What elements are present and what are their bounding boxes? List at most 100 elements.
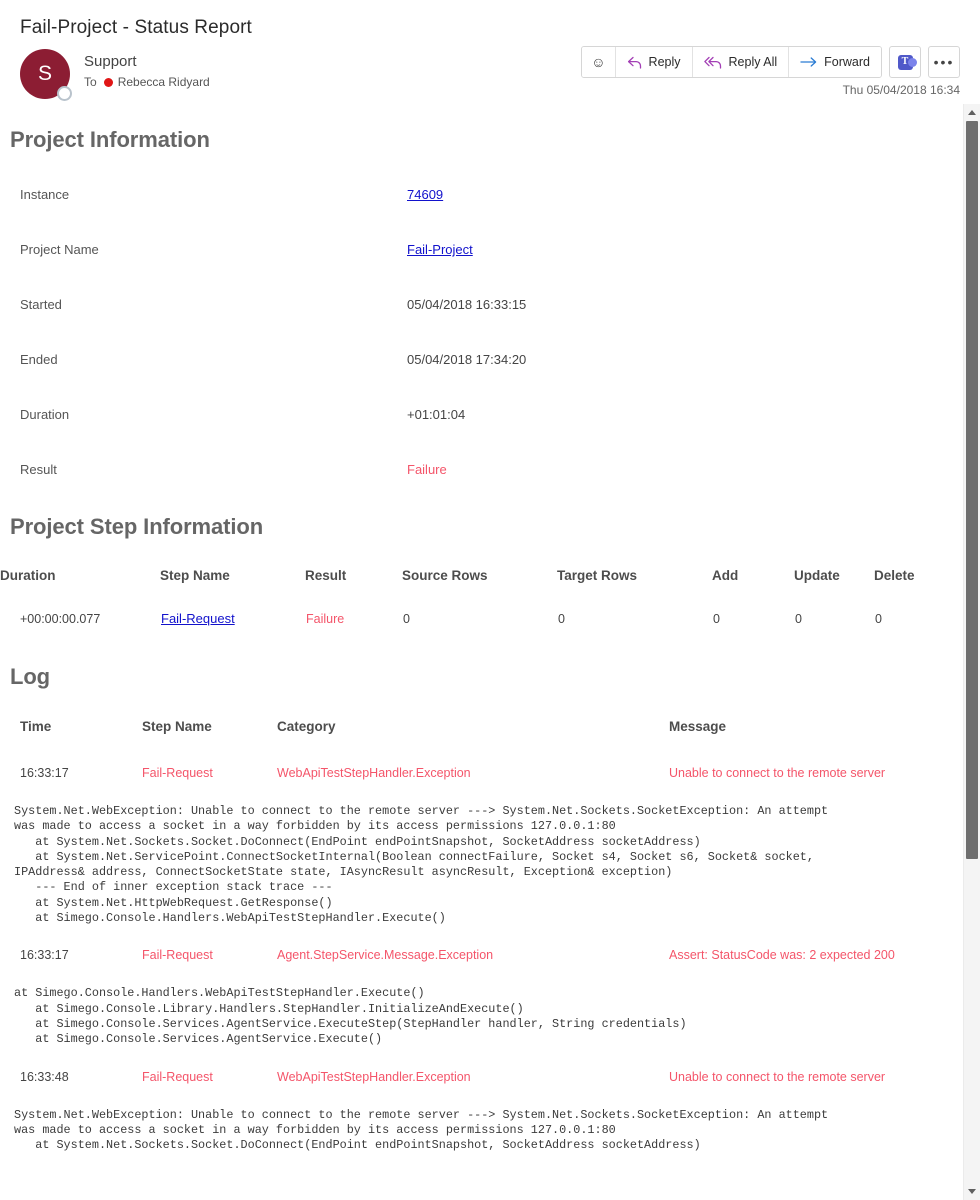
project-information-rows: Instance 74609 Project Name Fail-Project Sta… [0, 167, 962, 497]
project-info-key: Project Name [20, 242, 99, 257]
avatar[interactable]: S [20, 49, 72, 101]
scrollbar-thumb[interactable] [966, 121, 978, 859]
reply-all-button[interactable]: Reply All [692, 47, 790, 77]
log-row: 16:33:48 Fail-Request WebApiTestStepHandle… [0, 1052, 962, 1102]
status-badge: Failure [407, 462, 447, 477]
sender-name[interactable]: Support [84, 52, 210, 71]
log-time-cell: 16:33:17 [20, 766, 69, 780]
step-column-header: Result [305, 567, 347, 583]
project-info-row: Started 05/04/2018 16:33:15 [0, 277, 962, 332]
project-information-table: Instance 74609 Project Name Fail-Project Sta… [0, 167, 962, 497]
project-info-key: Started [20, 297, 62, 312]
log-category-cell: WebApiTestStepHandler.Exception [277, 766, 471, 780]
project-info-row: Ended 05/04/2018 17:34:20 [0, 332, 962, 387]
reply-button-group: ☺ Reply Reply All Forward [581, 46, 882, 78]
message-date: Thu 05/04/2018 16:34 [842, 83, 960, 97]
log-message-cell: Unable to connect to the remote server [669, 766, 886, 780]
forward-button[interactable]: Forward [789, 47, 881, 77]
project-info-key: Duration [20, 407, 70, 422]
project-info-key: Instance [20, 187, 70, 202]
project-info-link[interactable]: Fail-Project [407, 242, 473, 257]
step-table-header-row: Duration Step Name Result Source Rows Target… [0, 560, 960, 590]
log-column-header: Message [669, 718, 727, 734]
log-entry-table: 16:33:48 Fail-Request WebApiTestStepHandle… [0, 1052, 962, 1102]
log-time-cell: 16:33:17 [20, 948, 69, 963]
sender-meta: Support To Rebecca Ridyard [84, 49, 210, 89]
step-column-header: Delete [874, 567, 915, 583]
log-entry: 16:33:17 Fail-Request Agent.StepService.Me… [0, 930, 962, 1051]
forward-label: Forward [824, 55, 870, 69]
scrollbar-down-arrow-icon[interactable] [964, 1183, 980, 1200]
log-entry-table: 16:33:17 Fail-Request Agent.StepService.Me… [0, 930, 962, 980]
teams-share-button[interactable]: T [889, 46, 921, 78]
step-add-cell: 0 [713, 611, 720, 626]
report-body: Project Information Instance 74609 Project… [0, 110, 962, 1200]
reply-arrow-icon [627, 56, 643, 69]
scrollbar-up-arrow-icon[interactable] [964, 104, 980, 121]
step-column-header: Step Name [160, 567, 230, 583]
step-source-rows-cell: 0 [403, 611, 410, 626]
log-entry: 16:33:17 Fail-Request WebApiTestStepHandle… [0, 748, 962, 930]
step-column-header: Target Rows [557, 567, 638, 583]
to-label: To [84, 75, 97, 89]
project-info-key: Ended [20, 352, 58, 367]
reply-label: Reply [648, 55, 681, 69]
teams-icon: T [897, 54, 917, 70]
project-info-row: Instance 74609 [0, 167, 962, 222]
log-column-header: Time [20, 718, 52, 734]
more-actions-button[interactable]: ••• [928, 46, 960, 78]
reply-all-label: Reply All [728, 55, 778, 69]
project-info-value-text: +01:01:04 [407, 407, 466, 422]
recipient-line: To Rebecca Ridyard [84, 75, 210, 89]
log-header-table: Time Step Name Category Message [0, 704, 962, 748]
presence-indicator-icon [57, 86, 72, 101]
step-update-cell: 0 [795, 611, 802, 626]
log-step-name-cell: Fail-Request [142, 1069, 213, 1084]
project-info-value: Failure [406, 442, 962, 497]
step-target-rows-cell: 0 [558, 611, 565, 626]
log-heading: Log [10, 664, 51, 689]
recipient-presence-icon [103, 77, 113, 87]
step-table-body: +00:00:00.077 Fail-Request Failure 0 0 0 0 0 [0, 590, 960, 647]
stack-trace: System.Net.WebException: Unable to conne… [14, 1107, 829, 1153]
table-row: +00:00:00.077 Fail-Request Failure 0 0 0 0 0 [0, 590, 960, 647]
project-step-information-table: Duration Step Name Result Source Rows Target… [0, 560, 960, 647]
step-delete-cell: 0 [875, 611, 882, 626]
log-message-cell: Assert: StatusCode was: 2 expected 200 [669, 948, 895, 963]
message-subject: Fail-Project - Status Report [20, 17, 252, 38]
emoji-reaction-button[interactable]: ☺ [582, 47, 616, 77]
project-info-row: Project Name Fail-Project [0, 222, 962, 277]
project-info-value: 05/04/2018 16:33:15 [406, 277, 962, 332]
step-name-link[interactable]: Fail-Request [161, 611, 235, 626]
log-step-name-cell: Fail-Request [142, 766, 213, 780]
log-entries: 16:33:17 Fail-Request WebApiTestStepHandle… [0, 748, 962, 1157]
log-category-cell: WebApiTestStepHandler.Exception [277, 1069, 471, 1084]
project-info-value: Fail-Project [406, 222, 962, 277]
log-message-cell: Unable to connect to the remote server [669, 1069, 886, 1084]
project-info-value: 05/04/2018 17:34:20 [406, 332, 962, 387]
message-toolbar: ☺ Reply Reply All Forward T ••• [581, 46, 960, 78]
stack-trace: at Simego.Console.Handlers.WebApiTestSte… [14, 986, 687, 1047]
step-column-header: Update [794, 567, 840, 583]
reply-button[interactable]: Reply [615, 47, 693, 77]
log-category-cell: Agent.StepService.Message.Exception [277, 948, 494, 963]
step-duration-cell: +00:00:00.077 [20, 611, 101, 626]
log-entry: 16:33:48 Fail-Request WebApiTestStepHandle… [0, 1052, 962, 1158]
log-column-header: Step Name [142, 718, 212, 734]
log-step-name-cell: Fail-Request [142, 948, 213, 963]
smiley-icon: ☺ [591, 54, 606, 70]
status-badge: Failure [306, 611, 345, 626]
forward-arrow-icon [800, 56, 818, 68]
log-table-header-row: Time Step Name Category Message [0, 704, 962, 748]
project-step-information-heading: Project Step Information [10, 514, 264, 539]
step-column-header: Duration [0, 567, 56, 583]
project-info-row: Duration +01:01:04 [0, 387, 962, 442]
recipient-name[interactable]: Rebecca Ridyard [118, 75, 210, 89]
project-info-link[interactable]: 74609 [407, 187, 443, 202]
project-info-value-text: 05/04/2018 16:33:15 [407, 297, 527, 312]
log-table-head: Time Step Name Category Message [0, 704, 962, 748]
vertical-scrollbar[interactable] [963, 104, 980, 1200]
project-information-heading: Project Information [10, 127, 210, 152]
project-info-value-text: 05/04/2018 17:34:20 [407, 352, 527, 367]
log-column-header: Category [277, 718, 336, 734]
